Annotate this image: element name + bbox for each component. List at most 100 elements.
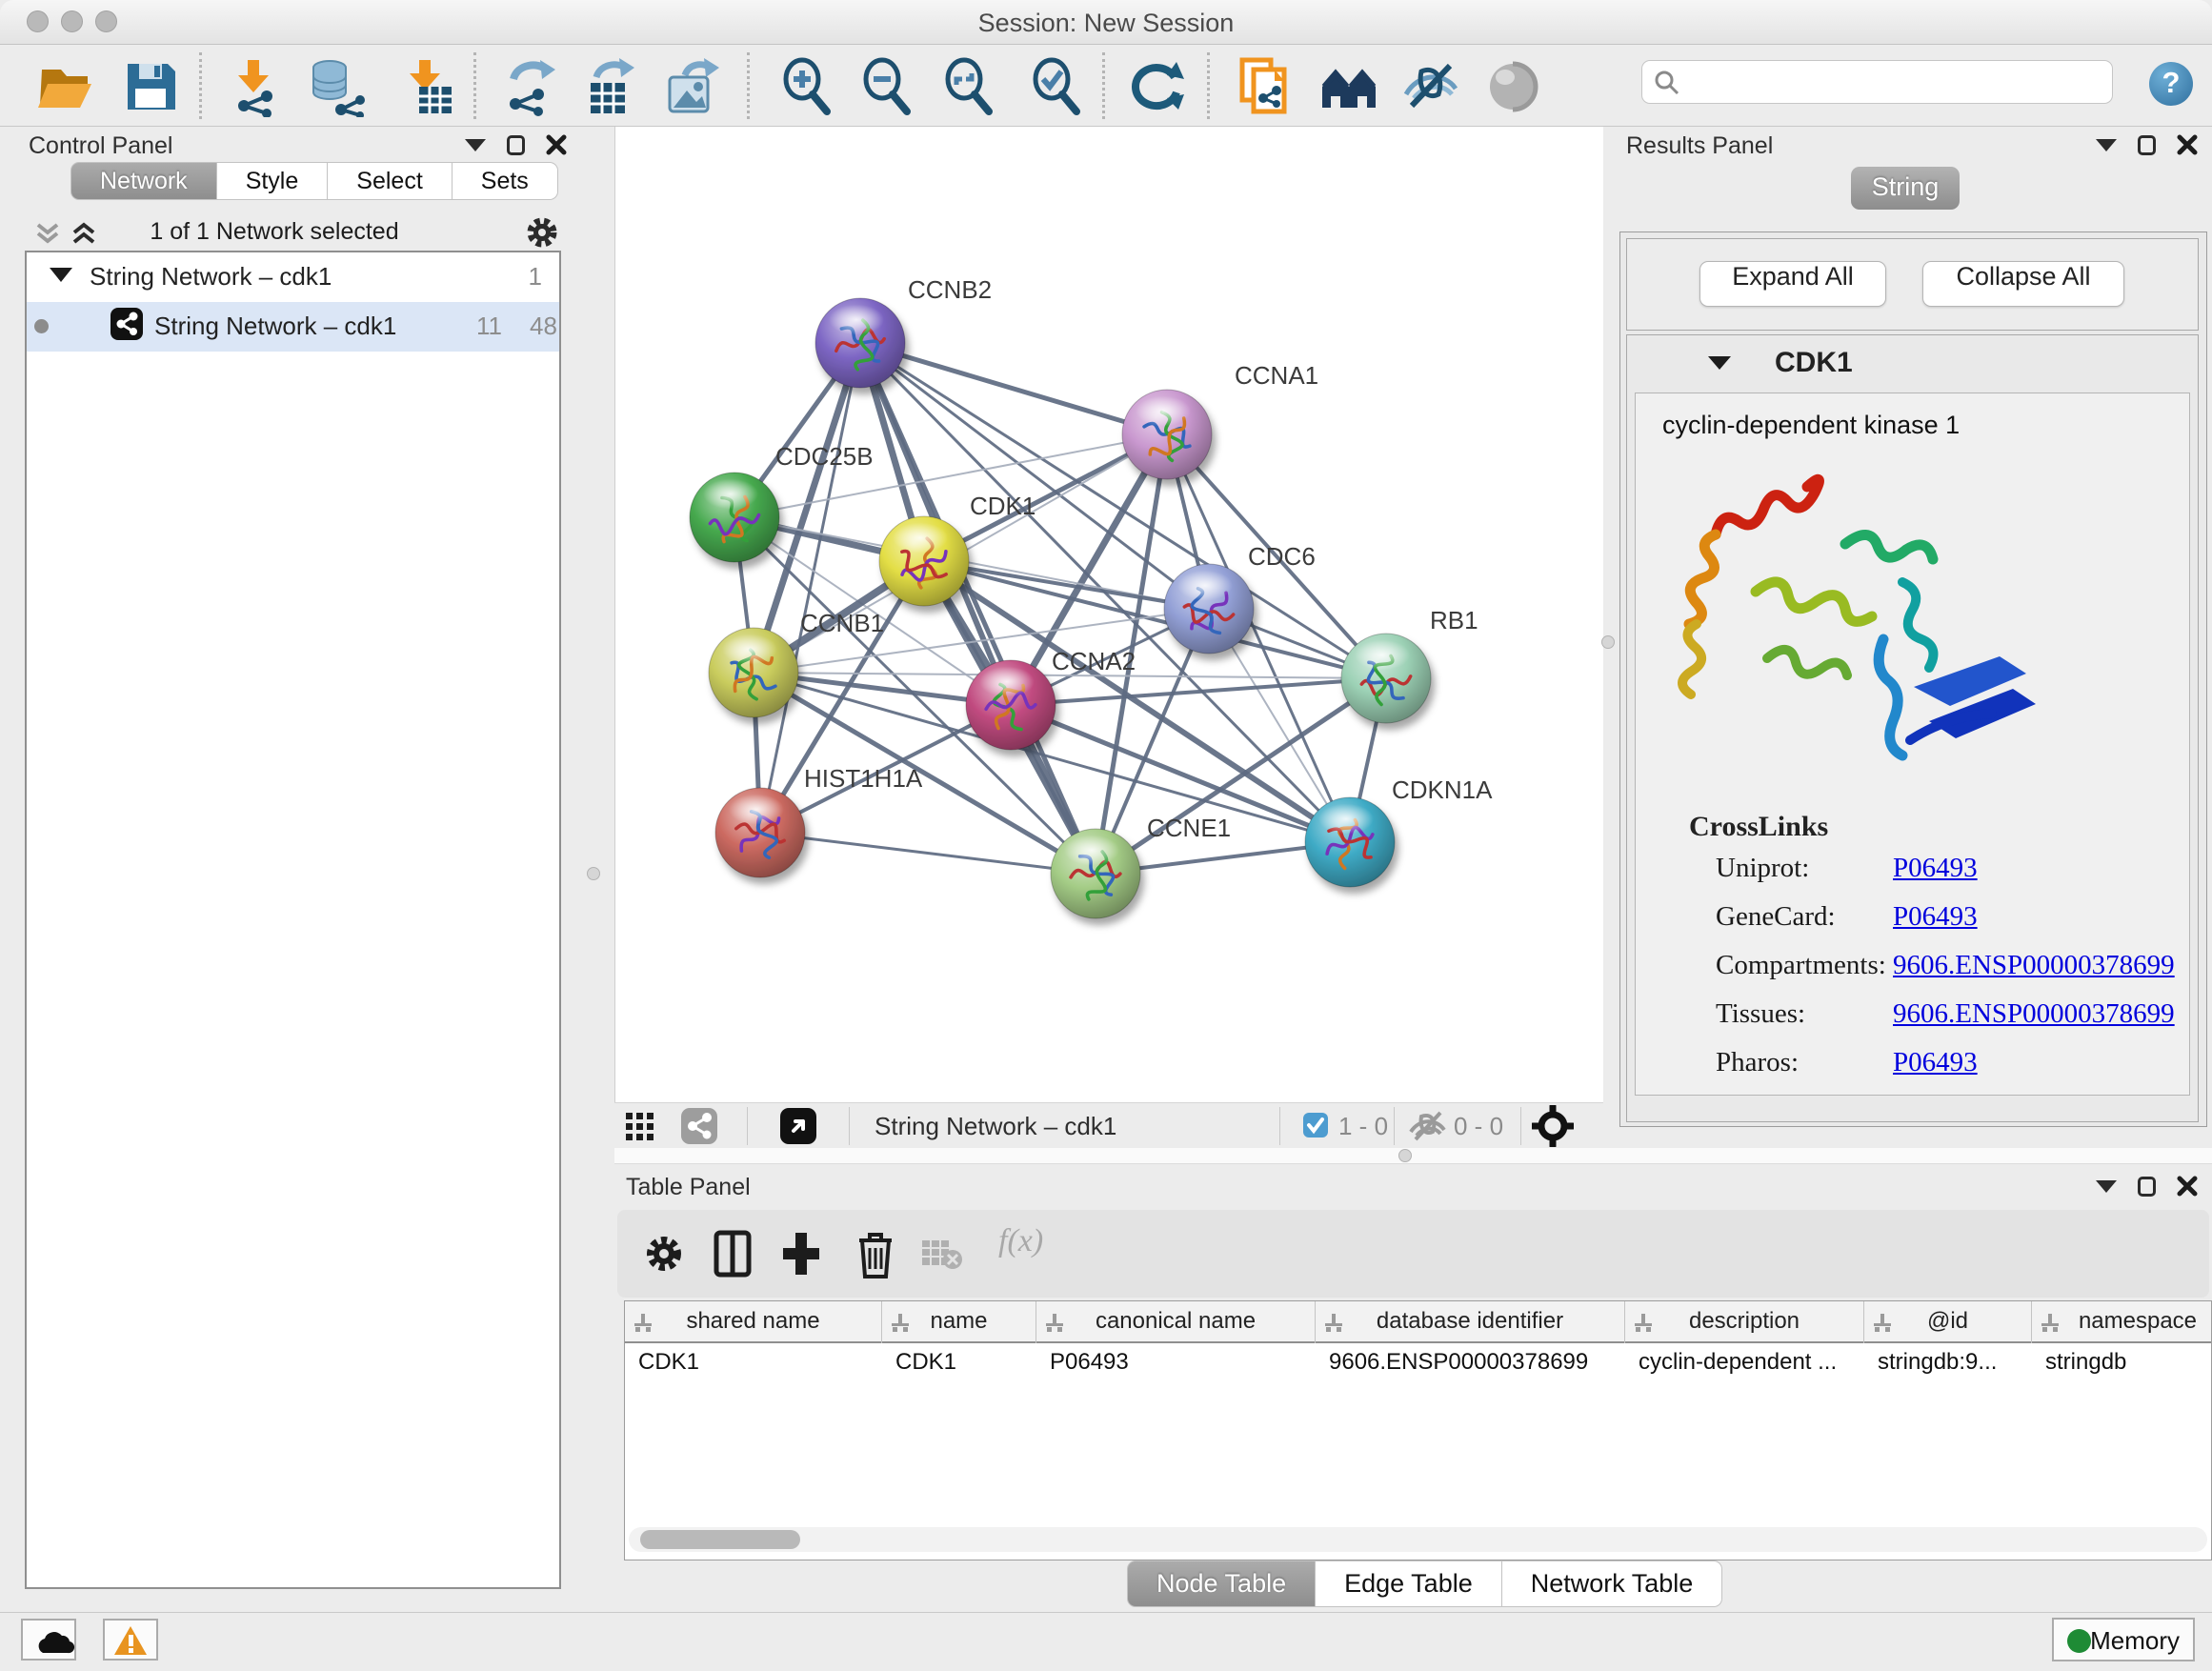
panel-close-icon[interactable] xyxy=(2177,1176,2198,1197)
section-expander-icon[interactable] xyxy=(1708,356,1731,370)
network-row[interactable]: String Network – cdk1 11 48 xyxy=(27,302,559,352)
network-node-ccna1[interactable]: CCNA1 xyxy=(1122,361,1318,479)
home-networks-icon[interactable] xyxy=(1320,56,1381,117)
zoom-in-icon[interactable] xyxy=(777,56,838,117)
table-gear-icon[interactable] xyxy=(642,1229,692,1278)
vertical-splitter-handle[interactable] xyxy=(587,867,600,880)
table-cell[interactable]: CDK1 xyxy=(625,1343,882,1383)
delete-column-icon[interactable] xyxy=(852,1229,901,1278)
gene-description: cyclin-dependent kinase 1 xyxy=(1662,411,1960,440)
crosslink-link[interactable]: P06493 xyxy=(1893,901,1978,933)
panel-menu-icon[interactable] xyxy=(465,139,486,151)
network-collection-row[interactable]: String Network – cdk1 1 xyxy=(27,252,559,302)
horizontal-splitter-handle[interactable] xyxy=(1398,1149,1412,1162)
panel-float-icon[interactable] xyxy=(2138,135,2156,155)
string-document-icon[interactable] xyxy=(1235,56,1296,117)
protein-structure-image xyxy=(1664,449,2045,782)
table-row[interactable]: CDK1CDK1P064939606.ENSP00000378699cyclin… xyxy=(625,1343,2212,1383)
open-session-icon[interactable] xyxy=(34,56,95,117)
panel-close-icon[interactable] xyxy=(2177,134,2198,155)
zoom-fit-icon[interactable] xyxy=(939,56,1000,117)
tab-network[interactable]: Network xyxy=(70,162,217,200)
tab-node-table[interactable]: Node Table xyxy=(1127,1560,1316,1607)
column-header--id[interactable]: @id xyxy=(1864,1301,2032,1343)
column-header-database-identifier[interactable]: database identifier xyxy=(1316,1301,1625,1343)
column-header-description[interactable]: description xyxy=(1625,1301,1864,1343)
table-cell[interactable]: stringdb xyxy=(2032,1343,2212,1383)
crosslink-link[interactable]: 9606.ENSP00000378699 xyxy=(1893,950,2175,981)
refresh-icon[interactable] xyxy=(1127,56,1188,117)
search-field[interactable] xyxy=(1641,60,2113,104)
search-input[interactable] xyxy=(1686,63,2105,101)
memory-button[interactable]: Memory xyxy=(2052,1618,2195,1661)
network-view-icon[interactable] xyxy=(681,1108,717,1144)
save-session-icon[interactable] xyxy=(120,56,181,117)
table-cell[interactable]: P06493 xyxy=(1036,1343,1316,1383)
network-edge[interactable] xyxy=(760,343,860,833)
help-button[interactable]: ? xyxy=(2149,62,2193,106)
network-node-cdc6[interactable]: CDC6 xyxy=(1164,542,1316,654)
table-cell[interactable]: cyclin-dependent ... xyxy=(1625,1343,1864,1383)
crosslink-link[interactable]: 9606.ENSP00000378699 xyxy=(1893,998,2175,1030)
grid-view-icon[interactable] xyxy=(626,1113,654,1141)
scrollbar-thumb[interactable] xyxy=(640,1530,800,1549)
network-node-rb1[interactable]: RB1 xyxy=(1341,606,1478,723)
import-network-file-icon[interactable] xyxy=(225,56,286,117)
table-cell[interactable]: CDK1 xyxy=(882,1343,1036,1383)
import-table-icon[interactable] xyxy=(396,56,457,117)
main-toolbar: ? xyxy=(0,45,2212,127)
expand-collapse-box: Expand All Collapse All xyxy=(1626,238,2199,331)
node-table[interactable]: shared namenamecanonical namedatabase id… xyxy=(624,1300,2212,1560)
tab-sets[interactable]: Sets xyxy=(452,162,558,200)
vertical-splitter-handle[interactable] xyxy=(1601,635,1615,649)
show-columns-icon[interactable] xyxy=(711,1229,760,1278)
add-column-icon[interactable] xyxy=(779,1229,829,1278)
gene-section-header[interactable]: CDK1 xyxy=(1627,335,2198,391)
table-cell[interactable]: stringdb:9... xyxy=(1864,1343,2032,1383)
network-edge[interactable] xyxy=(1011,678,1386,705)
collapse-all-button[interactable]: Collapse All xyxy=(1922,261,2124,307)
table-cell[interactable]: 9606.ENSP00000378699 xyxy=(1316,1343,1625,1383)
column-header-canonical-name[interactable]: canonical name xyxy=(1036,1301,1316,1343)
birds-eye-view-icon[interactable] xyxy=(780,1108,816,1144)
network-node-cdkn1a[interactable]: CDKN1A xyxy=(1305,775,1493,887)
selected-checkbox-icon[interactable] xyxy=(1303,1113,1328,1137)
tree-expander-icon[interactable] xyxy=(50,268,72,282)
column-header-namespace[interactable]: namespace xyxy=(2032,1301,2212,1343)
cloud-button[interactable] xyxy=(21,1619,76,1661)
panel-float-icon[interactable] xyxy=(2138,1177,2156,1197)
panel-close-icon[interactable] xyxy=(546,134,567,155)
delete-table-icon-disabled[interactable] xyxy=(920,1237,970,1286)
tab-network-table[interactable]: Network Table xyxy=(1502,1560,1723,1607)
export-network-icon[interactable] xyxy=(498,56,559,117)
crosslink-link[interactable]: P06493 xyxy=(1893,1047,1978,1078)
zoom-out-icon[interactable] xyxy=(857,56,918,117)
warning-button[interactable] xyxy=(103,1619,158,1661)
panel-float-icon[interactable] xyxy=(507,135,525,155)
column-header-shared-name[interactable]: shared name xyxy=(625,1301,882,1343)
network-node-hist1h1a[interactable]: HIST1H1A xyxy=(715,764,923,877)
network-edge[interactable] xyxy=(760,833,1096,874)
tab-edge-table[interactable]: Edge Table xyxy=(1316,1560,1502,1607)
table-horizontal-scrollbar[interactable] xyxy=(629,1527,2207,1552)
network-canvas[interactable]: CCNB2CCNA1CDC25BCDK1CDC6RB1CCNB1CCNA2CDK… xyxy=(614,127,1603,1102)
network-node-cdk1[interactable]: CDK1 xyxy=(879,492,1036,606)
zoom-selected-icon[interactable] xyxy=(1027,56,1088,117)
import-network-database-icon[interactable] xyxy=(305,56,366,117)
fit-selected-crosshair-icon[interactable] xyxy=(1532,1105,1574,1147)
tab-select[interactable]: Select xyxy=(328,162,452,200)
crosslink-link[interactable]: P06493 xyxy=(1893,853,1978,884)
tab-string[interactable]: String xyxy=(1851,167,1960,210)
hide-glasspane-icon[interactable] xyxy=(1400,56,1461,117)
panel-menu-icon[interactable] xyxy=(2096,1180,2117,1193)
tab-style[interactable]: Style xyxy=(217,162,329,200)
fx-function-icon-disabled[interactable]: f(x) xyxy=(998,1223,1084,1273)
column-header-name[interactable]: name xyxy=(882,1301,1036,1343)
gear-icon[interactable] xyxy=(526,216,558,249)
show-glasspane-icon-disabled[interactable] xyxy=(1484,56,1545,117)
expand-all-button[interactable]: Expand All xyxy=(1699,261,1886,307)
string-network-graph[interactable]: CCNB2CCNA1CDC25BCDK1CDC6RB1CCNB1CCNA2CDK… xyxy=(615,127,1604,1102)
export-table-icon[interactable] xyxy=(579,56,640,117)
export-image-icon[interactable] xyxy=(662,56,723,117)
panel-menu-icon[interactable] xyxy=(2096,139,2117,151)
